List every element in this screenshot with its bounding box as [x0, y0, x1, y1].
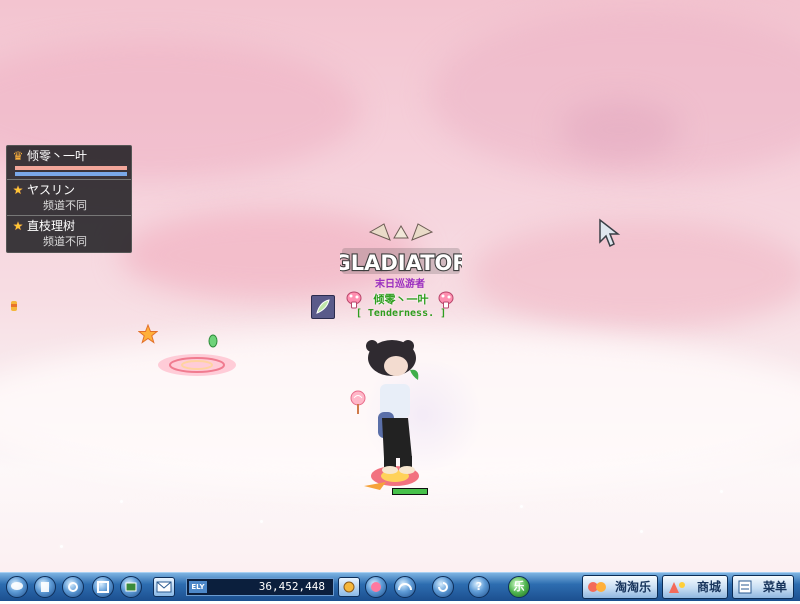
sparkle — [720, 490, 723, 493]
character-hp-fill — [393, 489, 427, 494]
character-hp-bar — [392, 488, 428, 495]
party-member-name: 直枝理树 — [27, 219, 76, 233]
cloud — [560, 100, 680, 160]
taotaole-button[interactable]: 淘淘乐 — [582, 575, 658, 599]
party-mp-bar — [15, 172, 127, 176]
sparkle — [260, 520, 263, 523]
mushroom-icon — [438, 291, 454, 309]
party-member[interactable]: ★ ヤスリン 频道不同 — [7, 180, 131, 216]
guild-emblem-icon — [311, 295, 335, 319]
star-icon: ★ — [12, 219, 24, 233]
mushroom-icon — [346, 291, 362, 309]
stats-button[interactable] — [120, 576, 142, 598]
svg-text:GLADIATOR: GLADIATOR — [340, 251, 462, 275]
speedometer-button[interactable] — [394, 576, 416, 598]
candy-drop-icon[interactable] — [206, 333, 220, 349]
cloud — [470, 220, 800, 330]
party-panel[interactable]: ♛ 倾零丶一叶 ★ ヤスリン 频道不同 ★ 直枝理树 频道不同 — [6, 145, 132, 253]
equipment-button[interactable] — [34, 576, 56, 598]
gift-icon — [588, 582, 606, 592]
gladiator-medal: GLADIATOR — [340, 223, 462, 276]
party-hp-fill — [15, 166, 127, 170]
sparkle — [520, 505, 523, 508]
sparkle — [120, 500, 123, 503]
inventory-button[interactable] — [92, 576, 114, 598]
bottom-status-bar: ELY 36,452,448 ? 乐 淘淘乐 商城 菜单 — [0, 572, 800, 601]
happy-button[interactable]: 乐 — [508, 576, 530, 598]
mushroom-menu-button[interactable] — [6, 576, 28, 598]
crown-icon: ♛ — [12, 149, 24, 163]
shop-label: 商城 — [696, 580, 721, 594]
mail-button[interactable] — [153, 577, 175, 597]
party-hp-bar — [15, 166, 127, 170]
meso-tag: ELY — [189, 581, 207, 593]
refresh-button[interactable] — [432, 576, 454, 598]
party-member-status: 频道不同 — [43, 235, 87, 248]
help-button[interactable]: ? — [468, 576, 490, 598]
menu-button[interactable]: 菜单 — [732, 575, 794, 599]
candy-button[interactable] — [365, 576, 387, 598]
settings-button[interactable] — [62, 576, 84, 598]
party-member[interactable]: ★ 直枝理树 频道不同 — [7, 216, 131, 251]
candy-drop-icon[interactable] — [8, 298, 20, 314]
menu-list-icon — [738, 580, 752, 594]
guild-name: [ Tenderness. ] — [355, 308, 447, 319]
cash-shop-icon-button[interactable] — [338, 577, 360, 597]
shop-icon — [669, 582, 685, 593]
mouse-cursor-icon — [599, 218, 621, 248]
party-member-status: 频道不同 — [43, 199, 87, 212]
party-mp-fill — [15, 172, 127, 176]
sparkle — [640, 530, 643, 533]
shop-button[interactable]: 商城 — [662, 575, 728, 599]
star-icon: ★ — [12, 183, 24, 197]
guild-rank-label: 末日巡游者 — [375, 279, 425, 290]
sparkle — [60, 545, 63, 548]
meso-amount: 36,452,448 — [258, 580, 325, 593]
star-drop-icon[interactable] — [138, 324, 158, 344]
swirl-portal-icon[interactable] — [156, 352, 238, 378]
meso-display: ELY 36,452,448 — [186, 578, 334, 596]
character-name: 倾零丶一叶 — [373, 293, 429, 306]
taotaole-label: 淘淘乐 — [614, 580, 651, 594]
party-member[interactable]: ♛ 倾零丶一叶 — [7, 146, 131, 180]
menu-label: 菜单 — [762, 580, 787, 594]
party-member-name: ヤスリン — [27, 183, 76, 197]
game-scene[interactable]: GLADIATOR 末日巡游者 倾零丶一叶 [ Tenderness. ] — [0, 0, 800, 572]
player-character[interactable] — [350, 340, 430, 490]
party-member-name: 倾零丶一叶 — [27, 149, 88, 163]
